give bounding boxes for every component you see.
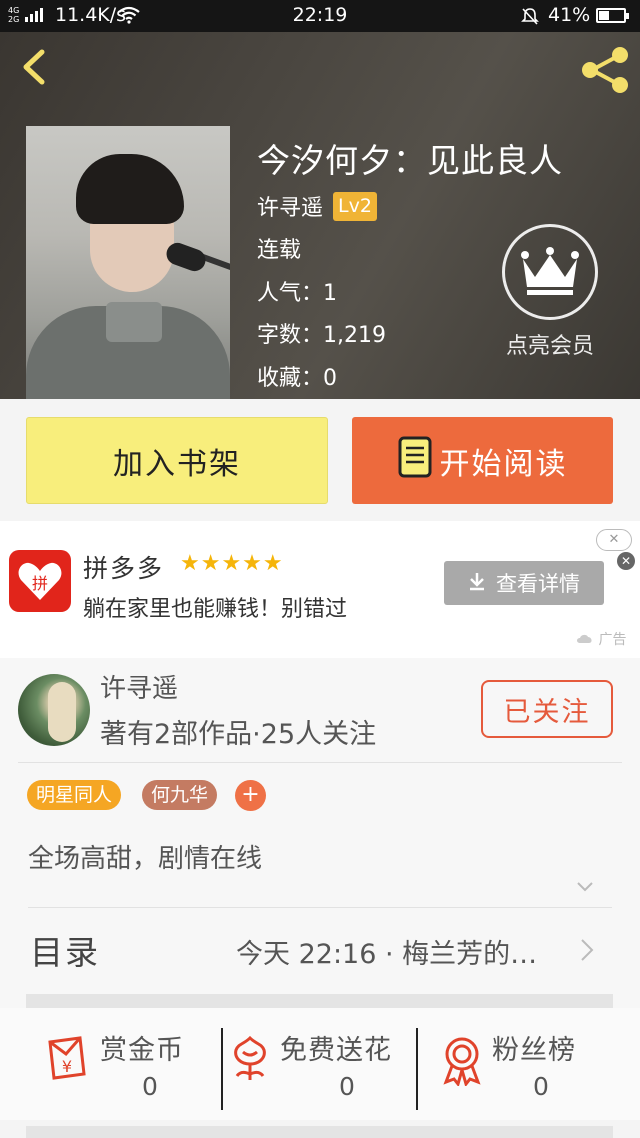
fan-ranking-value: 0 [533,1072,549,1101]
share-icon [582,47,628,93]
start-reading-label: 开始阅读 [439,446,568,482]
chevron-down-icon[interactable] [576,878,594,892]
svg-text:¥: ¥ [62,1057,72,1076]
book-popularity: 人气：1 [257,281,337,306]
mute-bell-icon [520,6,540,31]
back-button[interactable] [14,44,54,90]
author-avatar[interactable] [18,674,90,746]
add-to-shelf-button[interactable]: 加入书架 [26,417,328,504]
tag-celebrity-fanfic[interactable]: 明星同人 [27,780,122,810]
ad-detail-label: 查看详情 [496,572,580,596]
medal-icon [440,1034,484,1090]
ad-rating-stars: ★★★★★ [180,551,284,576]
action-area: 加入书架 开始阅读 [0,399,640,521]
clock: 22:19 [292,4,348,26]
ad-app-name: 拼多多 [83,554,165,583]
start-reading-button[interactable]: 开始阅读 [352,417,613,504]
ad-logo-text: 拼 [32,574,48,593]
follow-button[interactable]: 已关注 [481,680,613,738]
book-status: 连载 [257,238,302,263]
reward-coins-value: 0 [142,1072,158,1101]
red-envelope-icon: ¥ [44,1034,92,1090]
divider [18,762,622,763]
battery-percent: 41% [548,4,591,26]
ad-banner[interactable]: 拼 拼多多 ★★★★★ 躺在家里也能赚钱！别错过 查看详情 ✕ ✕ 广告 [0,521,640,658]
flower-icon [229,1034,271,1088]
reward-coins-label: 赏金币 [100,1035,184,1066]
chevron-right-icon[interactable] [580,938,594,962]
book-author[interactable]: 许寻遥 [257,190,323,222]
free-flower-label: 免费送花 [280,1035,392,1066]
tag-he-jiuhua[interactable]: 何九华 [142,780,218,810]
vip-label: 点亮会员 [505,334,594,359]
status-bar: 4G 2G 11.4K/s 22:19 41% [0,0,640,32]
crown-icon [502,224,598,320]
divider [28,907,612,908]
reward-coins-button[interactable]: ¥ 赏金币 0 [0,1008,222,1120]
book-word-count: 字数：1,219 [257,323,386,348]
ad-slogan: 躺在家里也能赚钱！别错过 [83,597,348,622]
toc-label[interactable]: 目录 [30,926,100,974]
toc-latest-chapter[interactable]: 今天 22:16 · 梅兰芳的… [236,932,537,971]
book-intro: 全场高甜，剧情在线 [28,844,263,874]
section-separator [26,1126,613,1138]
download-icon [468,571,486,596]
vip-button[interactable]: 点亮会员 [498,224,602,360]
ad-detail-button[interactable]: 查看详情 [444,561,604,605]
section-separator [26,994,613,1008]
book-icon [398,436,432,486]
author-name[interactable]: 许寻遥 [100,668,178,705]
author-row: 许寻遥 Lv2 [257,190,377,222]
free-flower-button[interactable]: 免费送花 0 [223,1008,417,1120]
fan-ranking-button[interactable]: 粉丝榜 0 [418,1008,640,1120]
cloud-icon [577,634,592,643]
share-button[interactable] [578,44,632,96]
book-header: 今汐何夕：见此良人 许寻遥 Lv2 连载 人气：1 字数：1,219 收藏：0 … [0,32,640,399]
author-stats: 著有2部作品·25人关注 [100,719,377,750]
book-title: 今汐何夕：见此良人 [257,141,563,180]
ad-close-button[interactable]: ✕ [596,529,632,551]
add-tag-button[interactable]: + [235,780,266,811]
book-cover [26,126,230,399]
pinduoduo-logo: 拼 [9,550,71,612]
add-to-shelf-label: 加入书架 [113,446,241,482]
chevron-left-icon [23,49,45,85]
ad-dismiss-icon[interactable]: ✕ [617,552,635,570]
free-flower-value: 0 [339,1072,355,1101]
fan-ranking-label: 粉丝榜 [492,1035,576,1066]
ad-tag-label: 广告 [598,632,627,648]
level-badge: Lv2 [333,191,377,221]
follow-label: 已关注 [503,696,591,728]
rewards-bar: ¥ 赏金币 0 免费送花 0 粉丝榜 0 [0,1008,640,1120]
ad-tag: 广告 [576,629,626,649]
book-favorites: 收藏：0 [257,366,337,391]
battery-icon [596,8,629,23]
